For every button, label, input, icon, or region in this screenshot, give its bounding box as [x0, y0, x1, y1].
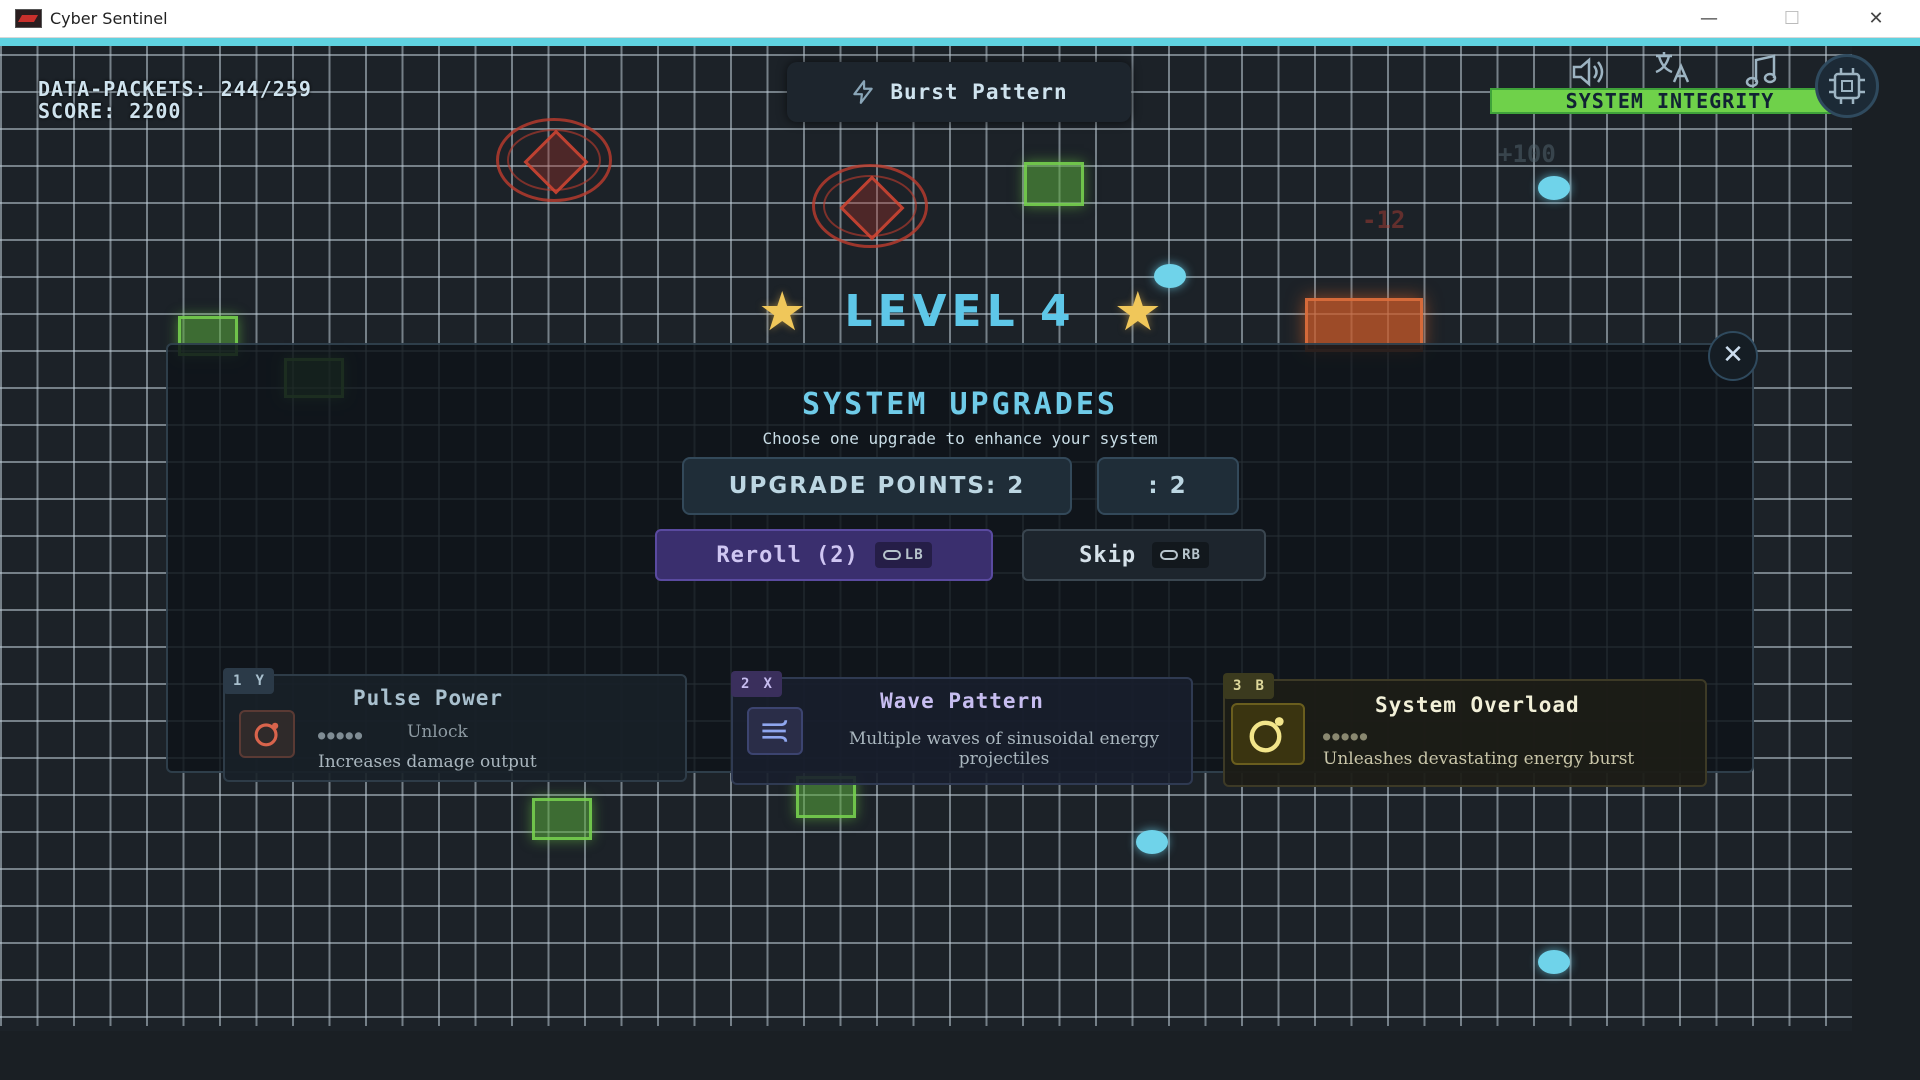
reroll-hint-key: LB: [904, 547, 924, 563]
card-name: Pulse Power: [353, 686, 504, 710]
music-icon[interactable]: [1740, 52, 1784, 92]
score-counter: SCORE: 2200: [38, 99, 182, 123]
secondary-points-display: : 2: [1097, 457, 1239, 515]
app-logo-icon: [15, 9, 42, 28]
upgrade-card-system-overload[interactable]: 3 B System Overload ●●●●● Unleashes deva…: [1223, 673, 1707, 787]
reroll-button[interactable]: Reroll (2) LB: [655, 529, 993, 581]
upgrade-level-pips: ●●●●●: [1323, 729, 1370, 743]
card-index: 3: [1233, 678, 1242, 694]
window-titlebar: Cyber Sentinel — ☐ ✕: [0, 0, 1920, 38]
title-accent-bar: [0, 38, 1920, 46]
card-hotkey-tag: 3 B: [1223, 673, 1274, 699]
window-title: Cyber Sentinel: [50, 9, 168, 28]
close-window-button[interactable]: ✕: [1847, 0, 1905, 38]
weapon-pattern-banner: Burst Pattern: [787, 62, 1131, 122]
minimize-button[interactable]: —: [1680, 0, 1738, 38]
card-index: 1: [233, 673, 242, 689]
upgrade-level-pips: ●●●●●: [318, 728, 365, 742]
skip-label: Skip: [1079, 542, 1137, 568]
skip-controller-hint: RB: [1152, 542, 1209, 568]
translate-icon[interactable]: [1650, 48, 1694, 88]
card-description: Unleashes devastating energy burst: [1323, 749, 1635, 769]
card-controller-key: Y: [255, 673, 264, 689]
energy-orb: [1136, 830, 1168, 854]
grid-right-margin: [1852, 46, 1920, 1080]
gamepad-icon: [882, 550, 901, 560]
data-packet: [1024, 162, 1084, 206]
grid-bottom-margin: [0, 1031, 1920, 1080]
upgrade-card-pulse-power[interactable]: 1 Y Pulse Power ●●●●● Unlock Increases d…: [223, 668, 687, 782]
level-banner: ★ LEVEL 4 ★: [740, 276, 1180, 346]
card-hotkey-tag: 1 Y: [223, 668, 274, 694]
volume-icon[interactable]: [1568, 52, 1612, 92]
settings-button[interactable]: [1815, 54, 1879, 118]
card-name: System Overload: [1375, 693, 1580, 717]
card-description: Multiple waves of sinusoidal energy proj…: [848, 729, 1160, 769]
card-status: Unlock: [407, 722, 468, 742]
reroll-label: Reroll (2): [716, 542, 859, 568]
upgrade-card-wave-pattern[interactable]: 2 X Wave Pattern Multiple waves of sinus…: [731, 671, 1193, 785]
weapon-pattern-label: Burst Pattern: [890, 80, 1068, 104]
game-playfield[interactable]: +100 -12 DATA-PACKETS: 244/259 SCORE: 22…: [0, 46, 1920, 1080]
modal-title: SYSTEM UPGRADES: [802, 387, 1118, 422]
maximize-button[interactable]: ☐: [1763, 0, 1821, 38]
star-icon: ★: [757, 279, 807, 343]
settings-chip-icon: [1829, 68, 1865, 104]
hud-stats: DATA-PACKETS: 244/259 SCORE: 2200: [38, 78, 312, 122]
wind-waves-icon: [747, 707, 803, 755]
star-icon: ★: [1113, 279, 1163, 343]
system-integrity-bar: SYSTEM INTEGRITY: [1490, 88, 1850, 114]
skip-button[interactable]: Skip RB: [1022, 529, 1266, 581]
close-modal-button[interactable]: ✕: [1708, 331, 1758, 381]
upgrade-modal: ✕ SYSTEM UPGRADES Choose one upgrade to …: [166, 331, 1758, 787]
enemy-mine: [812, 164, 928, 248]
floating-score-gain: +100: [1498, 140, 1556, 168]
lightning-bolt-icon: [853, 80, 874, 104]
enemy-mine: [496, 118, 612, 202]
floating-damage: -12: [1362, 206, 1406, 234]
overload-ring-icon: [1231, 703, 1305, 765]
energy-orb: [1538, 176, 1570, 200]
card-controller-key: B: [1255, 678, 1264, 694]
data-packet: [532, 798, 592, 840]
upgrade-points-display: UPGRADE POINTS: 2: [682, 457, 1072, 515]
skip-hint-key: RB: [1182, 547, 1201, 563]
level-title: LEVEL 4: [844, 285, 1076, 337]
card-name: Wave Pattern: [880, 689, 1044, 713]
pulse-ring-icon: [239, 710, 295, 758]
reroll-controller-hint: LB: [874, 542, 932, 568]
card-description: Increases damage output: [318, 752, 537, 772]
gamepad-icon: [1160, 550, 1179, 560]
data-packets-counter: DATA-PACKETS: 244/259: [38, 77, 312, 101]
modal-subtitle: Choose one upgrade to enhance your syste…: [762, 429, 1158, 448]
energy-orb: [1538, 950, 1570, 974]
